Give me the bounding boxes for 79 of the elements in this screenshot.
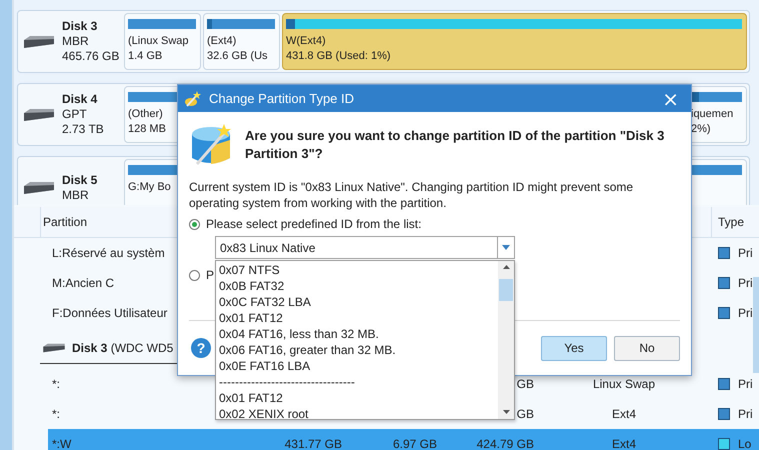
dropdown-item[interactable]: 0x0C FAT32 LBA (219, 294, 498, 310)
dropdown-item[interactable]: 0x01 FAT12 (219, 390, 498, 406)
disk-heading: Disk 3 (WDC WD5 (72, 341, 174, 355)
disk-card[interactable]: Disk 3 MBR 465.76 GB (Linux Swap 1.4 GB (Ext4) 32.6 GB (Us W(Ext4) 431.8 GB (Used: 1%) (17, 10, 750, 73)
partition-size: 1.4 GB (128, 49, 164, 64)
disk-scheme: MBR (62, 188, 90, 202)
dialog-heading: Are you sure you want to change partition ID of the partition "Disk 3 Partition 3"? (245, 127, 666, 163)
caret-icon (502, 245, 510, 250)
partition-size: 32.6 GB (Us (207, 49, 269, 64)
help-button[interactable]: ? (191, 338, 211, 358)
hard-drive-icon (22, 108, 56, 122)
table-cell: Pri (738, 276, 753, 290)
disk-name: Disk 5 (62, 172, 98, 188)
scrollbar[interactable] (498, 261, 514, 419)
table-cell: Lo (738, 437, 752, 450)
dropdown-item[interactable]: 0x06 FAT16, greater than 32 MB. (219, 342, 498, 358)
partition-label: W(Ext4) (286, 34, 327, 49)
partition-id-dropdown[interactable]: 0x83 Linux Native (215, 236, 515, 259)
hard-drive-icon (22, 180, 56, 194)
dropdown-item[interactable]: 0x04 FAT16, less than 32 MB. (219, 326, 498, 342)
table-cell: Pri (738, 377, 753, 391)
partition-block[interactable]: (Ext4) 32.6 GB (Us (203, 13, 280, 70)
hard-drive-icon (22, 34, 56, 48)
disk-wand-icon (189, 122, 233, 168)
radio-button[interactable] (189, 270, 200, 280)
table-cell: GB (516, 407, 534, 421)
close-button[interactable]: × (658, 88, 683, 108)
dropdown-item[interactable]: ---------------------------------- (219, 374, 498, 390)
dialog-message: Current system ID is "0x83 Linux Native". Changing partition ID might prevent some operating system from working with the partition. (189, 179, 634, 211)
dropdown-item[interactable]: 0x07 NTFS (219, 262, 498, 278)
yes-button[interactable]: Yes (541, 336, 607, 360)
table-cell: Linux Swap (592, 377, 656, 391)
table-cell: Pri (738, 306, 753, 320)
scrollbar[interactable] (753, 277, 759, 373)
table-cell: 6.97 GB (392, 437, 437, 450)
table-cell: 424.79 GB (476, 437, 534, 450)
table-cell: 431.77 GB (284, 437, 342, 450)
disk-size: 465.76 GB (62, 49, 120, 64)
table-cell: Ext4 (612, 437, 636, 450)
scrollbar-thumb[interactable] (499, 279, 513, 301)
partition-label: (Linux Swap (128, 34, 190, 49)
dropdown-item[interactable]: 0x02 XENIX root (219, 406, 498, 422)
table-cell: F:Données Utilisateur (52, 306, 168, 320)
no-button[interactable]: No (614, 336, 680, 360)
partition-block[interactable]: (Linux Swap 1.4 GB (124, 13, 201, 70)
table-cell: M:Ancien C (52, 276, 114, 290)
radio-label[interactable]: P (206, 268, 214, 282)
disk-name: Disk 4 (62, 92, 98, 107)
window-title: Change Partition Type ID (209, 91, 356, 106)
partition-size: 128 MB (128, 122, 167, 137)
disk-name: Disk 3 (62, 19, 98, 34)
table-cell: Pri (738, 246, 753, 260)
partition-label: (Other) (128, 107, 164, 122)
scroll-down-icon (502, 410, 510, 414)
dropdown-item[interactable]: 0x0E FAT16 LBA (219, 358, 498, 374)
disk-size: 2.73 TB (62, 122, 104, 137)
table-cell: *: (52, 407, 60, 421)
radio-label[interactable]: Please select predefined ID from the list: (206, 217, 422, 231)
column-header[interactable]: Partition (43, 215, 88, 229)
disk-scheme: MBR (62, 34, 90, 49)
table-cell: Ext4 (612, 407, 636, 421)
disk-scheme: GPT (62, 107, 88, 122)
partition-label: iquemen (691, 107, 734, 122)
dropdown-item[interactable]: 0x01 FAT12 (219, 310, 498, 326)
table-cell: Pri (738, 407, 753, 421)
dropdown-item[interactable]: 0x0B FAT32 (219, 278, 498, 294)
partition-block[interactable]: W(Ext4) 431.8 GB (Used: 1%) (282, 13, 747, 70)
magic-wand-icon (184, 90, 202, 108)
table-cell: *: (52, 377, 60, 391)
partition-size: 2%) (691, 122, 712, 137)
radio-button[interactable] (189, 218, 200, 230)
table-cell: GB (516, 377, 534, 391)
table-cell: *:W (52, 437, 72, 450)
scroll-up-icon (502, 265, 510, 269)
column-header[interactable]: Type (718, 215, 744, 229)
partition-label: (Ext4) (207, 34, 238, 49)
table-cell: L:Réservé au systèm (52, 246, 165, 260)
partition-size: 431.8 GB (Used: 1%) (286, 49, 392, 64)
selected-table-row[interactable]: *:W 431.77 GB 6.97 GB 424.79 GB Ext4 Lo (48, 429, 759, 450)
